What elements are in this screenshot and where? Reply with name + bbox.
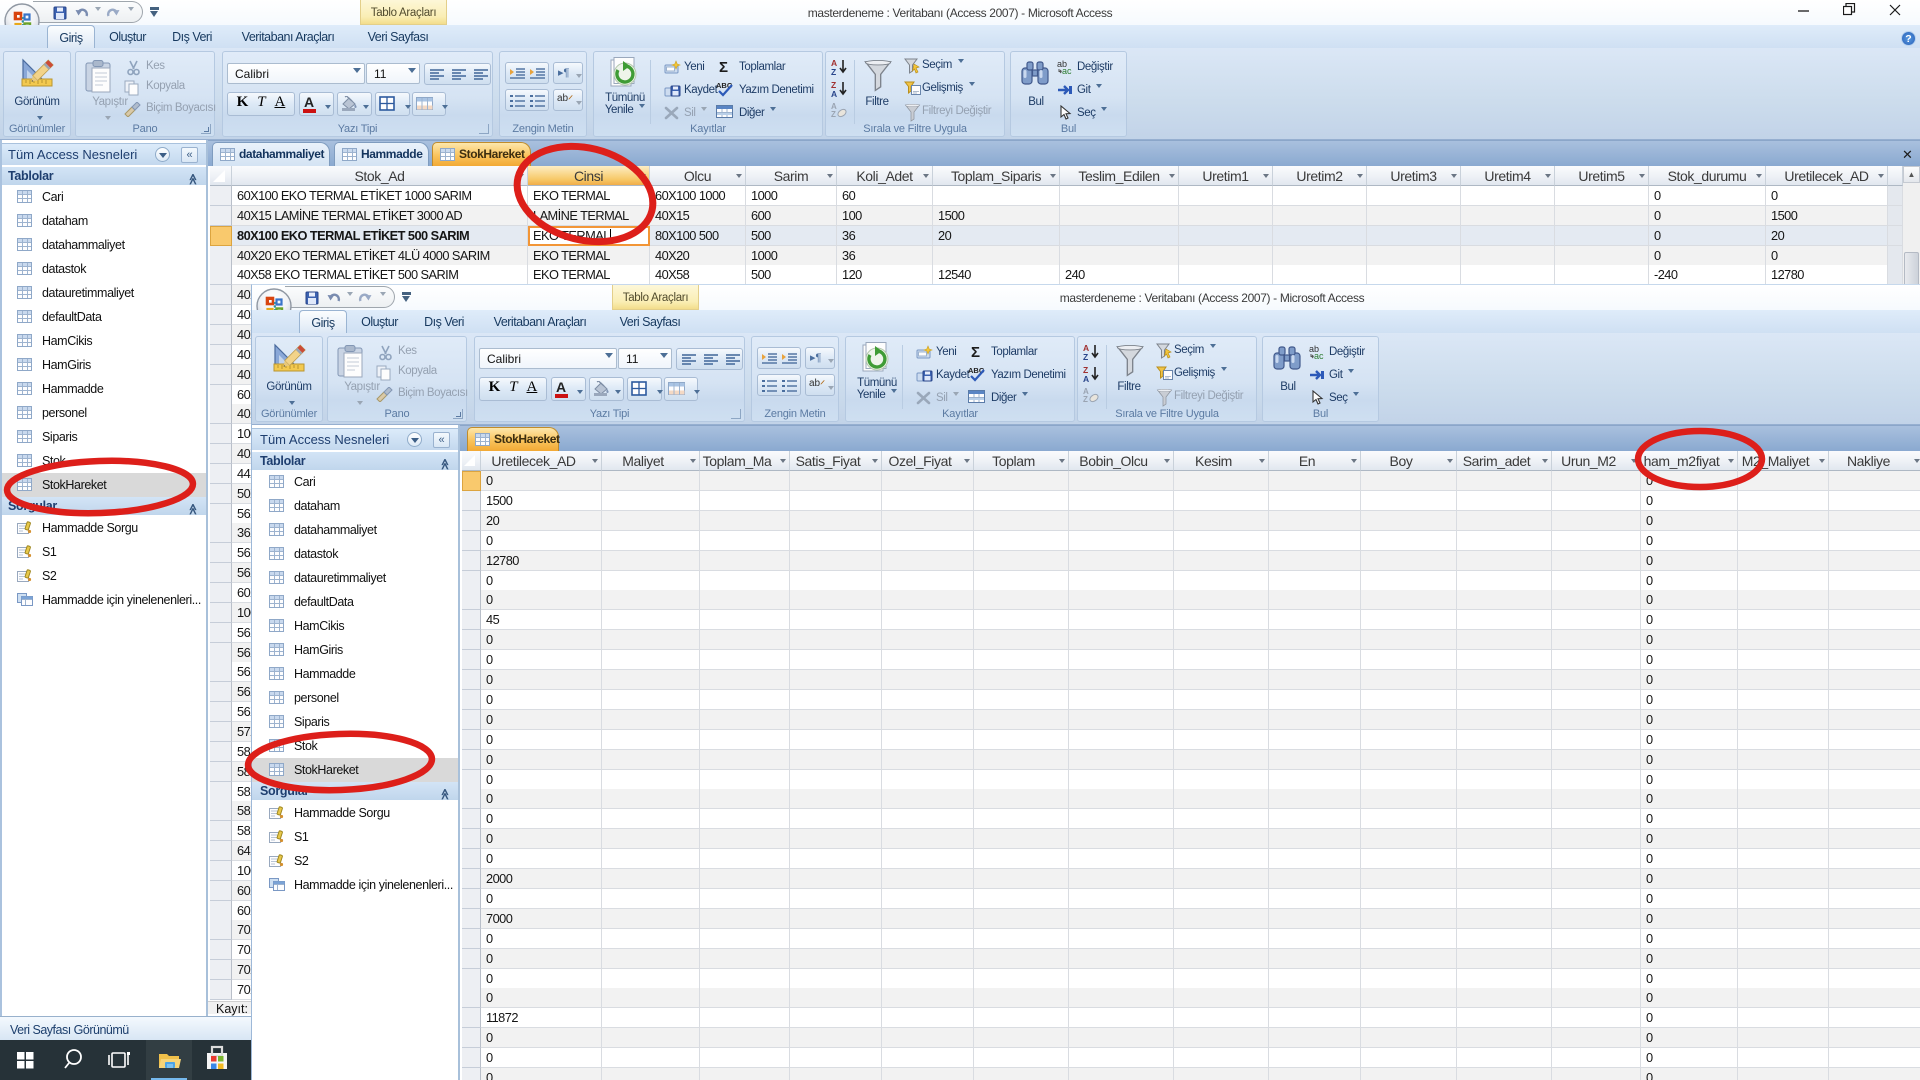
svg-text:ac: ac (1314, 351, 1324, 360)
svg-text:Z: Z (1083, 352, 1088, 361)
svg-text:Z: Z (831, 110, 836, 118)
svg-text:A: A (831, 89, 837, 98)
svg-text:A: A (1083, 374, 1089, 383)
svg-text:Z: Z (1083, 395, 1088, 403)
svg-text:ac: ac (1062, 66, 1072, 75)
svg-text:Z: Z (831, 67, 836, 76)
